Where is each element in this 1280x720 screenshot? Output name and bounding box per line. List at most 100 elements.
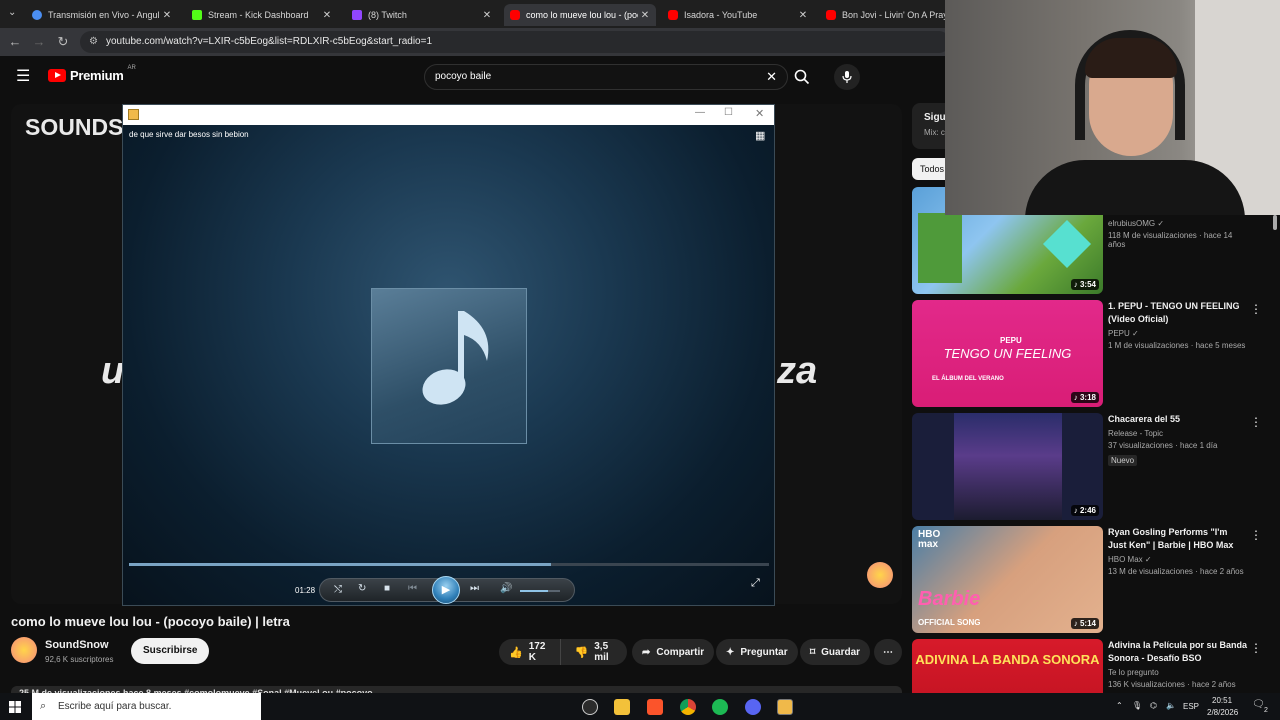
taskbar-search[interactable]: ⌕ Escribe aquí para buscar.: [32, 693, 261, 720]
tab-isadora[interactable]: Isadora - YouTube ✕: [662, 4, 814, 26]
more-vertical-icon[interactable]: ⋮: [1250, 641, 1262, 655]
dislike-button[interactable]: 👎 3,5 mil: [567, 639, 627, 665]
subscribe-button[interactable]: Suscribirse: [131, 638, 210, 664]
player-titlebar[interactable]: — ☐ ✕: [123, 105, 774, 125]
search-input[interactable]: pocoyo baile ✕: [424, 64, 788, 90]
media-player-window[interactable]: — ☐ ✕ de que sirve dar besos sin bebion …: [122, 104, 775, 606]
webcam-hair: [1085, 38, 1177, 78]
sidebar-scrollbar[interactable]: [1273, 215, 1277, 230]
more-vertical-icon[interactable]: ⋮: [1250, 302, 1262, 316]
channel-name[interactable]: SoundSnow: [45, 639, 109, 651]
tab-close-icon[interactable]: ✕: [160, 10, 174, 21]
switch-view-icon[interactable]: ⤢: [751, 577, 760, 590]
address-bar[interactable]: ⚙ youtube.com/watch?v=LXIR-c5bEog&list=R…: [80, 31, 950, 53]
channel-watermark-logo[interactable]: [867, 562, 893, 588]
video-thumbnail[interactable]: ♪ 2:46: [912, 413, 1103, 520]
close-window-icon[interactable]: ✕: [755, 107, 764, 120]
recommended-video[interactable]: PEPU TENGO UN FEELING EL ÁLBUM DEL VERAN…: [912, 300, 1272, 408]
channel-avatar[interactable]: [11, 637, 37, 663]
like-button[interactable]: 👍 172 K: [499, 639, 561, 665]
discord-icon[interactable]: [745, 699, 761, 715]
clear-search-icon[interactable]: ✕: [766, 65, 777, 89]
volume-icon[interactable]: 🔊: [500, 583, 512, 594]
diamond-shape: [1042, 219, 1092, 269]
save-label: Guardar: [821, 646, 861, 658]
seek-bar[interactable]: [129, 563, 769, 566]
album-art-placeholder: [371, 288, 527, 444]
more-vertical-icon[interactable]: ⋮: [1250, 415, 1262, 429]
back-icon[interactable]: ←: [7, 34, 23, 49]
tab-list-chevron-icon[interactable]: ⌄: [8, 7, 16, 18]
tab-close-icon[interactable]: ✕: [796, 10, 810, 21]
tab-angulism[interactable]: Transmisión en Vivo - Angulism ✕: [26, 4, 178, 26]
thumbnail-photo: [954, 413, 1062, 520]
player-visualization: de que sirve dar besos sin bebion ▦ 01:2…: [123, 125, 774, 605]
tab-youtube-active[interactable]: como lo mueve lou lou - (pocoy ✕: [504, 4, 656, 26]
video-title: como lo mueve lou lou - (pocoyo baile) |…: [11, 614, 290, 629]
obs-icon[interactable]: [582, 699, 598, 715]
start-button[interactable]: [9, 700, 21, 713]
chrome-icon[interactable]: [680, 699, 696, 715]
share-button[interactable]: ➦ Compartir: [632, 639, 715, 665]
tab-title: Stream - Kick Dashboard: [208, 10, 309, 20]
video-thumbnail[interactable]: ADIVINA LA BANDA SONORA: [912, 639, 1103, 693]
repeat-icon[interactable]: ↻: [358, 583, 366, 594]
menu-icon[interactable]: ☰: [16, 66, 30, 86]
maximize-icon[interactable]: ☐: [724, 107, 733, 118]
video-title[interactable]: Adivina la Película por su Banda Sonora …: [1108, 639, 1248, 665]
stop-icon[interactable]: ■: [384, 583, 390, 594]
youtube-logo[interactable]: Premium AR: [48, 65, 136, 83]
site-info-icon[interactable]: ⚙: [89, 31, 98, 53]
windows-logo-icon: [9, 701, 21, 713]
tab-close-icon[interactable]: ✕: [320, 10, 334, 21]
search-button[interactable]: [788, 64, 816, 90]
previous-icon[interactable]: ⏮: [408, 583, 417, 594]
video-thumbnail[interactable]: HBO max Barbie OFFICIAL SONG ♪ 5:14: [912, 526, 1103, 633]
spotify-icon[interactable]: [712, 699, 728, 715]
file-explorer-icon[interactable]: [614, 699, 630, 715]
video-title[interactable]: 1. PEPU - TENGO UN FEELING (Video Oficia…: [1108, 300, 1248, 326]
minimize-icon[interactable]: —: [695, 107, 705, 118]
network-icon[interactable]: ⌬: [1150, 701, 1157, 710]
volume-tray-icon[interactable]: 🔈: [1166, 701, 1176, 710]
shuffle-icon[interactable]: ⤭: [334, 584, 342, 595]
recommended-video[interactable]: ADIVINA LA BANDA SONORA Adivina la Pelíc…: [912, 639, 1272, 693]
tab-close-icon[interactable]: ✕: [480, 10, 494, 21]
tab-bon-jovi[interactable]: Bon Jovi - Livin' On A Prayer -: [820, 4, 948, 26]
view-stats: 37 visualizaciones · hace 1 día: [1108, 441, 1218, 450]
youtube-favicon-icon: [826, 10, 836, 20]
keyboard-language[interactable]: ESP: [1183, 702, 1199, 711]
clock-date[interactable]: 2/8/2026: [1207, 708, 1238, 717]
ask-button[interactable]: ✦ Preguntar: [716, 639, 798, 665]
video-title[interactable]: Chacarera del 55: [1108, 413, 1248, 426]
forward-icon[interactable]: →: [31, 34, 47, 49]
more-vertical-icon[interactable]: ⋮: [1250, 528, 1262, 542]
recommended-video[interactable]: HBO max Barbie OFFICIAL SONG ♪ 5:14 Ryan…: [912, 526, 1272, 634]
sparkle-icon: ✦: [726, 646, 735, 658]
voice-search-button[interactable]: [834, 64, 860, 90]
more-actions-button[interactable]: ⋯: [874, 639, 902, 665]
next-icon[interactable]: ⏭: [470, 583, 479, 594]
media-player-icon[interactable]: [777, 699, 793, 715]
play-button[interactable]: ▶: [432, 576, 460, 604]
volume-slider[interactable]: [520, 590, 560, 592]
share-icon: ➦: [642, 646, 651, 658]
tab-kick[interactable]: Stream - Kick Dashboard ✕: [186, 4, 338, 26]
video-title[interactable]: Ryan Gosling Performs "I'm Just Ken" | B…: [1108, 526, 1248, 552]
microphone-tray-icon[interactable]: 🎙: [1132, 701, 1142, 710]
video-thumbnail[interactable]: PEPU TENGO UN FEELING EL ÁLBUM DEL VERAN…: [912, 300, 1103, 407]
recommended-video[interactable]: ♪ 2:46 Chacarera del 55 Release - Topic …: [912, 413, 1272, 521]
tab-twitch[interactable]: (8) Twitch ✕: [346, 4, 498, 26]
microphone-icon: [842, 71, 852, 83]
clock-time[interactable]: 20:51: [1212, 696, 1232, 705]
tray-chevron-icon[interactable]: ⌃: [1116, 701, 1123, 710]
save-button[interactable]: ⌑ Guardar: [800, 639, 871, 665]
reload-icon[interactable]: ↻: [55, 34, 71, 50]
tab-title: Transmisión en Vivo - Angulism: [48, 10, 160, 20]
notification-count: 2: [1264, 707, 1268, 714]
fullscreen-grid-icon[interactable]: ▦: [755, 129, 765, 142]
brave-icon[interactable]: [647, 699, 663, 715]
notification-icon[interactable]: 🗨: [1252, 699, 1265, 710]
description-peek[interactable]: 25 M de visualizaciones hace 8 meses #co…: [11, 686, 902, 693]
tab-close-icon[interactable]: ✕: [638, 10, 652, 21]
